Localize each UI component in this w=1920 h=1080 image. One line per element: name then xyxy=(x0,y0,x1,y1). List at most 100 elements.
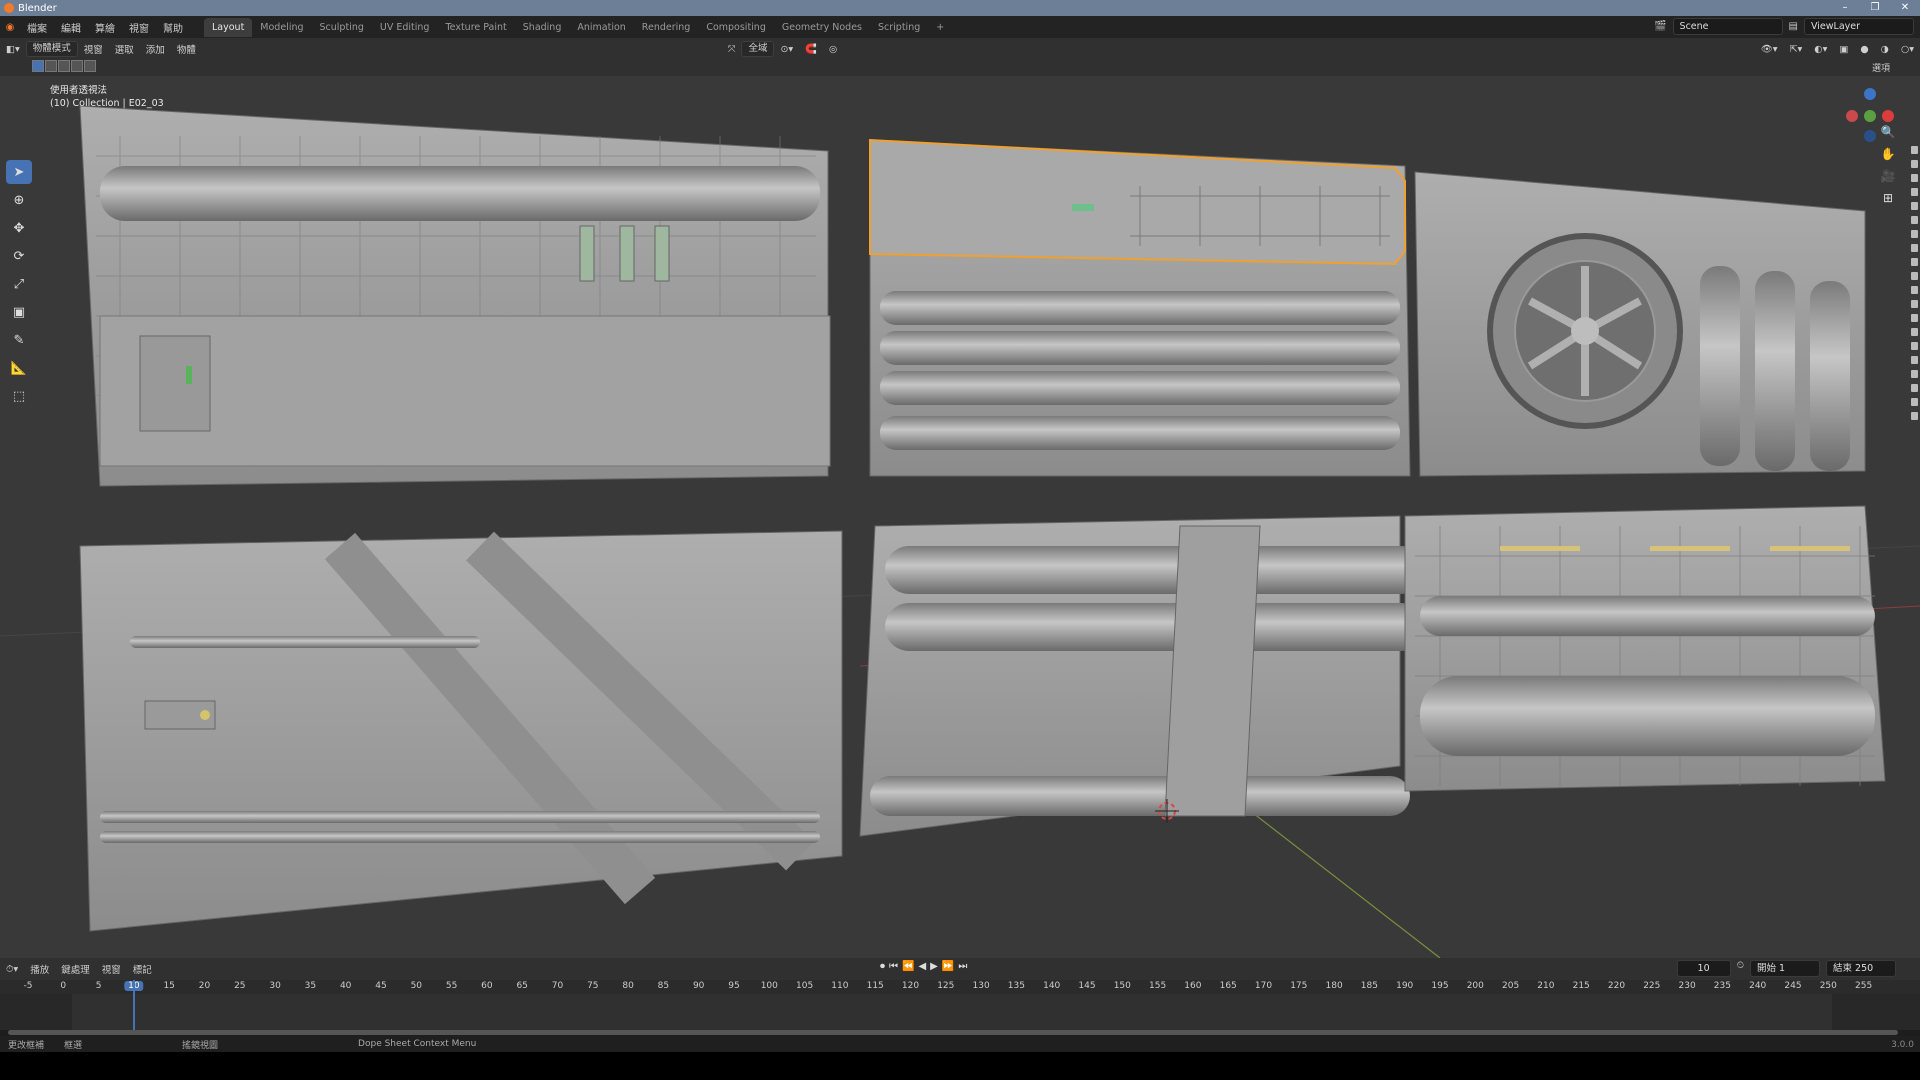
tab-animation[interactable]: Animation xyxy=(569,18,633,37)
jump-start-icon[interactable]: ⏮ xyxy=(889,961,898,972)
menu-timeline-view[interactable]: 視窗 xyxy=(96,962,127,976)
3d-viewport[interactable]: ➤ ⊕ ✥ ⟳ ⤢ ▣ ✎ 📐 ⬚ 🔍 ✋ 🎥 ⊞ xyxy=(0,76,1920,958)
mode-dropdown[interactable]: 物體模式 xyxy=(25,41,78,57)
ruler-tick-label: 105 xyxy=(796,981,814,991)
timeline-editor-icon[interactable]: ⏱▾ xyxy=(0,964,24,975)
xray-icon[interactable]: ▣ xyxy=(1833,44,1854,55)
menu-view[interactable]: 視窗 xyxy=(78,42,109,56)
annotate-icon[interactable]: ✎ xyxy=(6,328,32,352)
editor-type-icon[interactable]: ◧▾ xyxy=(0,44,26,55)
pan-hand-icon[interactable]: ✋ xyxy=(1878,144,1898,164)
move-icon[interactable]: ✥ xyxy=(6,216,32,240)
prev-key-icon[interactable]: ⏪ xyxy=(902,961,914,972)
minimize-button[interactable]: – xyxy=(1830,0,1860,16)
end-frame-field[interactable]: 250 xyxy=(1855,963,1873,974)
gizmo-icon[interactable]: ⇱▾ xyxy=(1784,44,1809,55)
timeline-scrollbar[interactable] xyxy=(8,1030,1898,1035)
select-invert-icon[interactable] xyxy=(71,60,83,72)
tab-compositing[interactable]: Compositing xyxy=(698,18,774,37)
ruler-tick-label: 120 xyxy=(901,981,920,991)
ruler-tick-label: 130 xyxy=(972,981,990,991)
shading-render-icon[interactable]: ○▾ xyxy=(1895,44,1920,55)
wall-panel-3-fan[interactable] xyxy=(1414,171,1866,477)
pivot-icon[interactable]: ⊙▾ xyxy=(774,44,799,55)
jump-end-icon[interactable]: ⏭ xyxy=(958,961,967,972)
scene-icon[interactable]: 🎬 xyxy=(1654,21,1666,32)
camera-icon[interactable]: 🎥 xyxy=(1878,166,1898,186)
close-button[interactable]: ✕ xyxy=(1890,0,1920,16)
start-frame-field[interactable]: 1 xyxy=(1779,963,1785,974)
wall-panel-1[interactable] xyxy=(79,105,831,487)
viewport-header: ◧▾ 物體模式 視窗 選取 添加 物體 ⤧ 全域 ⊙▾ 🧲 ◎ 👁▾ ⇱▾ ◐▾… xyxy=(0,38,1920,60)
tab-sculpting[interactable]: Sculpting xyxy=(312,18,372,37)
viewlayer-icon[interactable]: ▤ xyxy=(1789,21,1798,32)
select-box-icon[interactable]: ➤ xyxy=(6,160,32,184)
proportional-edit-icon[interactable]: ◎ xyxy=(823,44,843,55)
zoom-icon[interactable]: 🔍 xyxy=(1878,122,1898,142)
tab-scripting[interactable]: Scripting xyxy=(870,18,928,37)
current-frame-field[interactable]: 10 xyxy=(1676,960,1731,977)
menu-playback[interactable]: 播放 xyxy=(24,962,55,976)
menu-edit[interactable]: 編輯 xyxy=(54,20,88,35)
menu-window[interactable]: 視窗 xyxy=(122,20,156,35)
select-subtract-icon[interactable] xyxy=(58,60,70,72)
maximize-button[interactable]: ❐ xyxy=(1860,0,1890,16)
tab-uv-editing[interactable]: UV Editing xyxy=(372,18,438,37)
menu-marker[interactable]: 標記 xyxy=(127,962,158,976)
menu-keying[interactable]: 鍵處理 xyxy=(55,962,96,976)
menu-object[interactable]: 物體 xyxy=(171,42,202,56)
shading-solid-icon[interactable]: ● xyxy=(1854,44,1874,55)
select-extend-icon[interactable] xyxy=(45,60,57,72)
scene-field[interactable]: Scene xyxy=(1672,18,1783,35)
ortho-grid-icon[interactable]: ⊞ xyxy=(1878,188,1898,208)
ruler-tick-label: 235 xyxy=(1713,981,1731,991)
menu-help[interactable]: 幫助 xyxy=(156,20,190,35)
menu-render[interactable]: 算繪 xyxy=(88,20,122,35)
ruler-tick-label: 170 xyxy=(1254,981,1273,991)
timeline-ruler[interactable]: -505101520253035404550556065707580859095… xyxy=(0,980,1920,994)
tab-modeling[interactable]: Modeling xyxy=(252,18,311,37)
transform-orientation-icon[interactable]: ⤧ xyxy=(722,44,742,55)
options-dropdown[interactable]: 選項 xyxy=(1872,61,1890,74)
add-workspace-button[interactable]: + xyxy=(928,18,952,37)
transform-orientation-dropdown[interactable]: 全域 xyxy=(741,41,775,57)
ruler-tick-label: 45 xyxy=(375,981,387,991)
menu-select[interactable]: 選取 xyxy=(109,42,140,56)
tab-rendering[interactable]: Rendering xyxy=(634,18,699,37)
tab-shading[interactable]: Shading xyxy=(515,18,570,37)
wall-panel-4[interactable] xyxy=(79,530,843,932)
shading-material-icon[interactable]: ◑ xyxy=(1875,44,1895,55)
menu-add[interactable]: 添加 xyxy=(140,42,171,56)
select-intersect-icon[interactable] xyxy=(84,60,96,72)
wall-panel-2-selected[interactable] xyxy=(869,138,1411,477)
viewlayer-field[interactable]: ViewLayer xyxy=(1804,18,1914,35)
timeline-body[interactable] xyxy=(0,994,1920,1030)
sidebar-tabs[interactable] xyxy=(1908,146,1920,566)
menu-file[interactable]: 檔案 xyxy=(20,20,54,35)
wall-panel-6[interactable] xyxy=(1404,505,1886,792)
ruler-tick-label: 65 xyxy=(516,981,528,991)
tab-texture-paint[interactable]: Texture Paint xyxy=(437,18,514,37)
scale-icon[interactable]: ⤢ xyxy=(6,272,32,296)
clock-icon[interactable]: ⏲ xyxy=(1737,960,1744,977)
record-icon[interactable]: ⏺ xyxy=(880,961,885,972)
play-icon[interactable]: ▶ xyxy=(930,961,938,972)
blender-menu-icon[interactable]: ◉ xyxy=(0,22,20,33)
playback-controls: ⏺ ⏮ ⏪ ◀ ▶ ⏩ ⏭ xyxy=(880,961,967,972)
visibility-icon[interactable]: 👁▾ xyxy=(1755,44,1784,55)
ruler-tick-label: 145 xyxy=(1078,981,1096,991)
transform-icon[interactable]: ▣ xyxy=(6,300,32,324)
playhead[interactable] xyxy=(133,980,135,1030)
add-cube-icon[interactable]: ⬚ xyxy=(6,384,32,408)
tab-layout[interactable]: Layout xyxy=(204,17,253,37)
rotate-icon[interactable]: ⟳ xyxy=(6,244,32,268)
snap-icon[interactable]: 🧲 xyxy=(799,44,823,55)
cursor-icon[interactable]: ⊕ xyxy=(6,188,32,212)
play-reverse-icon[interactable]: ◀ xyxy=(918,961,926,972)
wall-panel-5-pipes[interactable] xyxy=(859,515,1425,837)
overlay-icon[interactable]: ◐▾ xyxy=(1808,44,1833,55)
select-new-icon[interactable] xyxy=(32,60,44,72)
tab-geometry-nodes[interactable]: Geometry Nodes xyxy=(774,18,870,37)
next-key-icon[interactable]: ⏩ xyxy=(942,961,954,972)
measure-icon[interactable]: 📐 xyxy=(6,356,32,380)
